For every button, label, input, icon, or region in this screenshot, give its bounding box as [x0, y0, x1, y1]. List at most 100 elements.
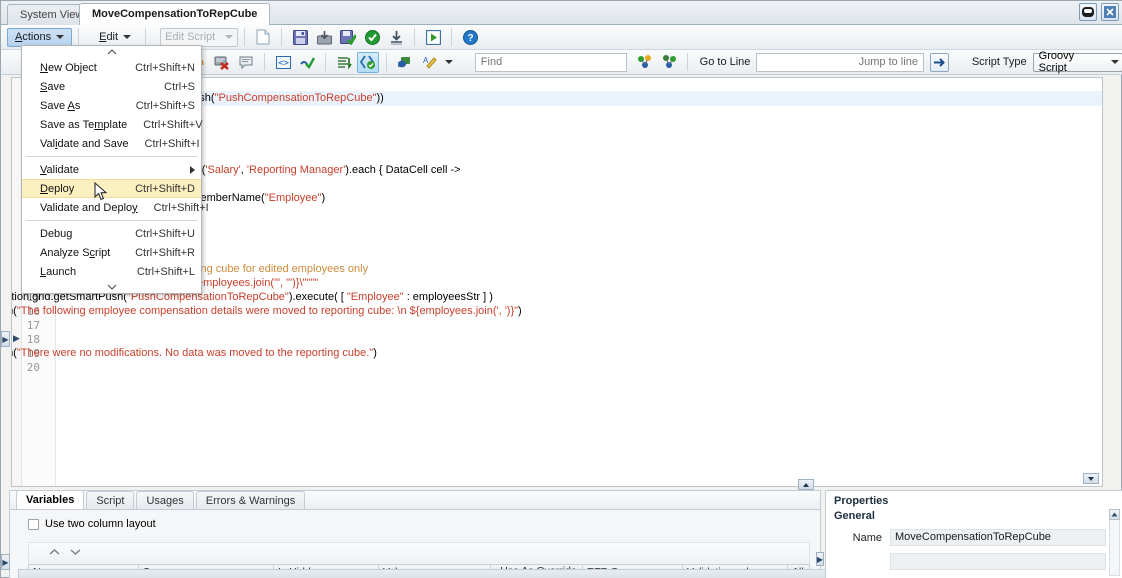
- code-line: println("The following employee compensa…: [12, 305, 522, 317]
- code-tags-icon[interactable]: <>: [272, 52, 294, 73]
- launch-icon[interactable]: [422, 27, 444, 48]
- find-input[interactable]: [474, 52, 627, 72]
- code-token: : employeesStr ] ): [403, 291, 493, 303]
- move-down-icon[interactable]: [70, 548, 81, 559]
- find-next-icon[interactable]: [658, 52, 680, 73]
- menu-item-new-object[interactable]: New Object Ctrl+Shift+N: [22, 58, 201, 77]
- toolbar-separator: [78, 28, 80, 46]
- svg-text:<>: <>: [278, 58, 289, 68]
- code-token: "Employee": [346, 291, 404, 303]
- properties-section-general: General: [834, 510, 875, 522]
- script-type-dropdown[interactable]: Groovy Script: [1032, 50, 1122, 74]
- save-icon[interactable]: [289, 27, 311, 48]
- dock-tab-usages[interactable]: Usages: [136, 491, 194, 509]
- dock-left-expand-handle[interactable]: ▶: [1, 554, 10, 570]
- code-fold-arrow-icon[interactable]: ▶: [13, 333, 22, 344]
- menu-item-save-as-template[interactable]: Save as Template Ctrl+Shift+V: [22, 115, 203, 134]
- jump-arrow-icon[interactable]: [929, 52, 949, 72]
- menu-item-accelerator: Ctrl+Shift+R: [135, 246, 195, 259]
- comment-icon[interactable]: [235, 52, 257, 73]
- actions-dropdown-menu[interactable]: New Object Ctrl+Shift+N Save Ctrl+S Save As C…: [21, 45, 209, 294]
- menu-item-accelerator: Ctrl+Shift+L: [136, 265, 195, 278]
- menu-item-label: Validate: [40, 163, 79, 176]
- grid-scroll-right-button[interactable]: ▶: [816, 552, 824, 566]
- menu-item-save[interactable]: Save Ctrl+S: [22, 77, 201, 96]
- application-window: System View MoveCompensationToRepCube Ac…: [0, 0, 1122, 578]
- menu-item-deploy[interactable]: Deploy Ctrl+Shift+D: [22, 179, 201, 198]
- editor-left-expand-handle[interactable]: ▶: [1, 331, 10, 347]
- dock-tab-variables[interactable]: Variables: [16, 490, 85, 509]
- close-window-button[interactable]: [1101, 3, 1119, 21]
- tab-system-view-label: System View: [20, 9, 84, 21]
- menu-item-validate[interactable]: Validate: [22, 160, 201, 179]
- highlight-icon[interactable]: A: [418, 52, 440, 73]
- properties-scroll-up-button[interactable]: [1109, 509, 1120, 520]
- menu-item-debug[interactable]: Debug Ctrl+Shift+U: [22, 224, 201, 243]
- dock-tab-errors-warnings[interactable]: Errors & Warnings: [195, 491, 306, 509]
- use-two-column-layout-label: Use two column layout: [45, 518, 156, 530]
- deploy-icon[interactable]: [385, 27, 407, 48]
- properties-panel: Properties General Name MoveCompensation…: [825, 490, 1122, 578]
- toolbar-overflow-chevron-down-icon[interactable]: [444, 60, 453, 64]
- menu-item-accelerator: Ctrl+Shift+D: [135, 182, 195, 195]
- menu-item-label: Save As: [40, 99, 81, 112]
- menu-scroll-down-button[interactable]: [22, 281, 201, 293]
- validate-and-save-icon[interactable]: [337, 27, 359, 48]
- bottom-dock-panel: Variables Script Usages Errors & Warnings U…: [9, 479, 830, 578]
- script-type-label: Script Type: [971, 56, 1027, 68]
- script-type-value: Groovy Script: [1038, 50, 1075, 74]
- format-icon[interactable]: [333, 52, 355, 73]
- save-all-icon[interactable]: [313, 27, 335, 48]
- dock-tab-script[interactable]: Script: [86, 491, 135, 509]
- menu-item-validate-and-save[interactable]: Validate and Save Ctrl+Shift+I: [22, 134, 201, 153]
- menu-item-launch[interactable]: Launch Ctrl+Shift+L: [22, 262, 201, 281]
- menu-separator: [26, 220, 197, 221]
- move-up-icon[interactable]: [49, 548, 60, 559]
- remove-breakpoint-icon[interactable]: [211, 52, 233, 73]
- menu-item-accelerator: Ctrl+Shift+N: [135, 61, 195, 74]
- edit-script-dropdown[interactable]: Edit Script: [160, 27, 239, 47]
- code-token: ): [518, 305, 522, 317]
- toolbar-separator: [325, 53, 327, 71]
- code-line: …erator('Salary', 'Reporting Manager').e…: [162, 164, 461, 176]
- menu-scroll-up-button[interactable]: [22, 46, 201, 58]
- dock-collapse-button[interactable]: [798, 479, 814, 490]
- editor-scroll-down-button[interactable]: [1083, 473, 1099, 484]
- window-tabstrip: System View MoveCompensationToRepCube: [1, 1, 1122, 25]
- menu-item-save-as[interactable]: Save As Ctrl+Shift+S: [22, 96, 201, 115]
- menu-item-label: New Object: [40, 61, 97, 74]
- use-two-column-layout-checkbox[interactable]: [28, 518, 39, 530]
- spellcheck-icon[interactable]: [296, 52, 318, 73]
- menu-item-accelerator: Ctrl+S: [164, 80, 195, 93]
- variables-panel-body: Use two column layout NameScopeIs Hidden…: [10, 510, 820, 578]
- property-second-value[interactable]: [890, 553, 1106, 570]
- tab-move-compensation-to-rep-cube-label: MoveCompensationToRepCube: [92, 8, 258, 20]
- menu-item-accelerator: Ctrl+Shift+U: [135, 227, 195, 240]
- property-row-second: [826, 553, 1122, 570]
- edit-menu-button[interactable]: Edit: [91, 28, 139, 47]
- validate-icon[interactable]: [361, 27, 383, 48]
- menu-item-label: Validate and Save: [40, 137, 129, 150]
- toolbar-separator: [264, 53, 266, 71]
- find-previous-icon[interactable]: [634, 52, 656, 73]
- code-token: ).execute( [: [288, 291, 347, 303]
- toolbar-separator: [686, 53, 688, 71]
- menu-item-validate-and-deploy[interactable]: Validate and Deploy Ctrl+Shift+I: [22, 198, 209, 217]
- actions-menu-button[interactable]: Actions: [7, 27, 73, 47]
- toolbar-separator: [281, 28, 283, 46]
- menu-separator: [26, 156, 197, 157]
- property-name-value[interactable]: MoveCompensationToRepCube: [890, 529, 1106, 546]
- actions-menu-item-list: New Object Ctrl+Shift+N Save Ctrl+S Save As C…: [22, 58, 209, 281]
- new-file-icon[interactable]: [252, 27, 274, 48]
- goto-line-input[interactable]: [756, 52, 924, 72]
- variables-toolbar: [28, 542, 810, 564]
- variables-horizontal-scrollbar[interactable]: [18, 569, 830, 578]
- menu-item-analyze-script[interactable]: Analyze Script Ctrl+Shift+R: [22, 243, 201, 262]
- script-check-icon[interactable]: [357, 51, 379, 73]
- tab-move-compensation-to-rep-cube[interactable]: MoveCompensationToRepCube: [79, 3, 271, 25]
- code-token: 'Reporting Manager': [246, 164, 346, 176]
- code-token: "Employee": [264, 192, 322, 204]
- restore-window-button[interactable]: [1079, 3, 1097, 21]
- debug-icon[interactable]: [394, 52, 416, 73]
- help-icon[interactable]: ?: [459, 27, 481, 48]
